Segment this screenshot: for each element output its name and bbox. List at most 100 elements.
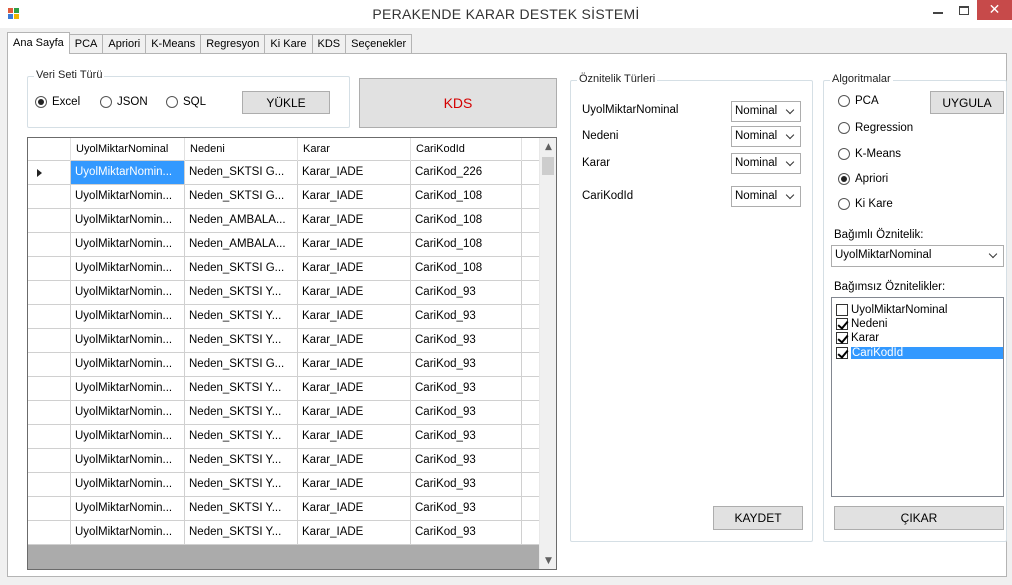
table-cell[interactable]: UyolMiktarNomin...: [71, 233, 185, 256]
checkbox-checked-icon[interactable]: [836, 331, 848, 344]
grid-vertical-scrollbar[interactable]: ▲ ▼: [539, 138, 556, 569]
table-row[interactable]: UyolMiktarNomin... Neden_SKTSI G... Karar_…: [28, 353, 540, 377]
table-cell[interactable]: UyolMiktarNomin...: [71, 353, 185, 376]
table-cell[interactable]: Neden_SKTSI Y...: [185, 497, 298, 520]
row-header[interactable]: [28, 425, 71, 448]
row-header[interactable]: [28, 161, 71, 184]
table-cell[interactable]: Neden_SKTSI Y...: [185, 329, 298, 352]
radio-kmeans[interactable]: K-Means: [838, 148, 901, 160]
table-row[interactable]: UyolMiktarNomin... Neden_SKTSI Y... Karar_…: [28, 305, 540, 329]
table-cell[interactable]: UyolMiktarNomin...: [71, 473, 185, 496]
scroll-up-icon[interactable]: ▲: [540, 138, 556, 155]
table-cell[interactable]: UyolMiktarNomin...: [71, 377, 185, 400]
table-cell[interactable]: UyolMiktarNomin...: [71, 425, 185, 448]
table-cell[interactable]: UyolMiktarNomin...: [71, 257, 185, 280]
table-cell[interactable]: UyolMiktarNomin...: [71, 281, 185, 304]
table-cell[interactable]: UyolMiktarNomin...: [71, 305, 185, 328]
row-header[interactable]: [28, 473, 71, 496]
table-cell[interactable]: UyolMiktarNomin...: [71, 209, 185, 232]
table-cell[interactable]: UyolMiktarNomin...: [71, 161, 185, 184]
dependent-attribute-select[interactable]: UyolMiktarNominal: [831, 245, 1004, 267]
table-cell[interactable]: Karar_IADE: [298, 305, 411, 328]
table-cell[interactable]: Neden_SKTSI Y...: [185, 401, 298, 424]
table-row[interactable]: UyolMiktarNomin... Neden_SKTSI Y... Karar_…: [28, 497, 540, 521]
radio-regression[interactable]: Regression: [838, 122, 913, 134]
row-header[interactable]: [28, 257, 71, 280]
table-row[interactable]: UyolMiktarNomin... Neden_SKTSI Y... Karar_…: [28, 449, 540, 473]
row-header[interactable]: [28, 305, 71, 328]
table-cell[interactable]: CariKod_108: [411, 233, 522, 256]
table-cell[interactable]: CariKod_93: [411, 377, 522, 400]
row-header[interactable]: [28, 329, 71, 352]
tab-pca[interactable]: PCA: [68, 34, 104, 54]
table-cell[interactable]: Neden_SKTSI Y...: [185, 281, 298, 304]
attribute-type-select[interactable]: Nominal: [731, 153, 801, 174]
row-header[interactable]: [28, 353, 71, 376]
list-item[interactable]: Karar: [836, 331, 879, 344]
checkbox-icon[interactable]: [836, 303, 848, 316]
table-cell[interactable]: UyolMiktarNomin...: [71, 449, 185, 472]
table-row[interactable]: UyolMiktarNomin... Neden_SKTSI G... Karar_…: [28, 257, 540, 281]
independent-attributes-list[interactable]: UyolMiktarNominal Nedeni Karar CariKodId: [831, 297, 1004, 497]
table-cell[interactable]: Karar_IADE: [298, 257, 411, 280]
row-header[interactable]: [28, 401, 71, 424]
table-cell[interactable]: Karar_IADE: [298, 281, 411, 304]
table-row[interactable]: UyolMiktarNomin... Neden_SKTSI Y... Karar_…: [28, 329, 540, 353]
attribute-type-select[interactable]: Nominal: [731, 101, 801, 122]
scroll-thumb[interactable]: [542, 157, 554, 175]
table-row[interactable]: UyolMiktarNomin... Neden_SKTSI Y... Karar_…: [28, 377, 540, 401]
column-header[interactable]: Karar: [298, 138, 411, 161]
table-cell[interactable]: CariKod_93: [411, 401, 522, 424]
table-row[interactable]: UyolMiktarNomin... Neden_SKTSI Y... Karar_…: [28, 473, 540, 497]
tab-regresyon[interactable]: Regresyon: [200, 34, 266, 54]
table-cell[interactable]: Karar_IADE: [298, 425, 411, 448]
attribute-type-select[interactable]: Nominal: [731, 126, 801, 147]
table-cell[interactable]: Neden_AMBALA...: [185, 209, 298, 232]
table-cell[interactable]: Karar_IADE: [298, 185, 411, 208]
list-item[interactable]: UyolMiktarNominal: [836, 303, 948, 316]
table-row[interactable]: UyolMiktarNomin... Neden_SKTSI Y... Karar_…: [28, 521, 540, 545]
table-cell[interactable]: UyolMiktarNomin...: [71, 497, 185, 520]
data-grid[interactable]: UyolMiktarNominal Nedeni Karar CariKodId…: [27, 137, 557, 570]
table-cell[interactable]: Neden_SKTSI Y...: [185, 473, 298, 496]
table-cell[interactable]: Karar_IADE: [298, 209, 411, 232]
table-cell[interactable]: Neden_SKTSI Y...: [185, 305, 298, 328]
table-cell[interactable]: Karar_IADE: [298, 353, 411, 376]
table-cell[interactable]: CariKod_93: [411, 305, 522, 328]
table-row[interactable]: UyolMiktarNomin... Neden_SKTSI Y... Karar_…: [28, 401, 540, 425]
table-cell[interactable]: Neden_SKTSI G...: [185, 353, 298, 376]
row-header[interactable]: [28, 281, 71, 304]
table-cell[interactable]: CariKod_93: [411, 521, 522, 544]
table-cell[interactable]: Neden_SKTSI G...: [185, 185, 298, 208]
table-cell[interactable]: Karar_IADE: [298, 449, 411, 472]
tab-ana-sayfa[interactable]: Ana Sayfa: [7, 32, 70, 54]
table-cell[interactable]: Neden_AMBALA...: [185, 233, 298, 256]
column-header[interactable]: CariKodId: [411, 138, 522, 161]
row-header[interactable]: [28, 449, 71, 472]
table-cell[interactable]: CariKod_93: [411, 353, 522, 376]
table-row[interactable]: UyolMiktarNomin... Neden_SKTSI G... Karar_…: [28, 185, 540, 209]
table-cell[interactable]: CariKod_93: [411, 281, 522, 304]
table-cell[interactable]: UyolMiktarNomin...: [71, 521, 185, 544]
table-cell[interactable]: CariKod_93: [411, 473, 522, 496]
column-header[interactable]: Nedeni: [185, 138, 298, 161]
table-cell[interactable]: Karar_IADE: [298, 233, 411, 256]
attribute-type-select[interactable]: Nominal: [731, 186, 801, 207]
table-cell[interactable]: CariKod_108: [411, 209, 522, 232]
radio-pca[interactable]: PCA: [838, 95, 879, 107]
apply-button[interactable]: UYGULA: [930, 91, 1004, 114]
tab-ki-kare[interactable]: Ki Kare: [264, 34, 313, 54]
table-cell[interactable]: Neden_SKTSI Y...: [185, 425, 298, 448]
save-button[interactable]: KAYDET: [713, 506, 803, 530]
tab-secenekler[interactable]: Seçenekler: [345, 34, 413, 54]
close-icon[interactable]: ✕: [977, 0, 1012, 20]
table-row[interactable]: UyolMiktarNomin... Neden_SKTSI Y... Karar_…: [28, 281, 540, 305]
column-header[interactable]: UyolMiktarNominal: [71, 138, 185, 161]
tab-kds[interactable]: KDS: [311, 34, 347, 54]
table-cell[interactable]: CariKod_93: [411, 425, 522, 448]
table-row[interactable]: UyolMiktarNomin... Neden_AMBALA... Karar_I…: [28, 209, 540, 233]
scroll-down-icon[interactable]: ▼: [540, 552, 556, 569]
table-cell[interactable]: UyolMiktarNomin...: [71, 185, 185, 208]
radio-sql[interactable]: SQL: [166, 96, 206, 108]
table-cell[interactable]: Karar_IADE: [298, 521, 411, 544]
